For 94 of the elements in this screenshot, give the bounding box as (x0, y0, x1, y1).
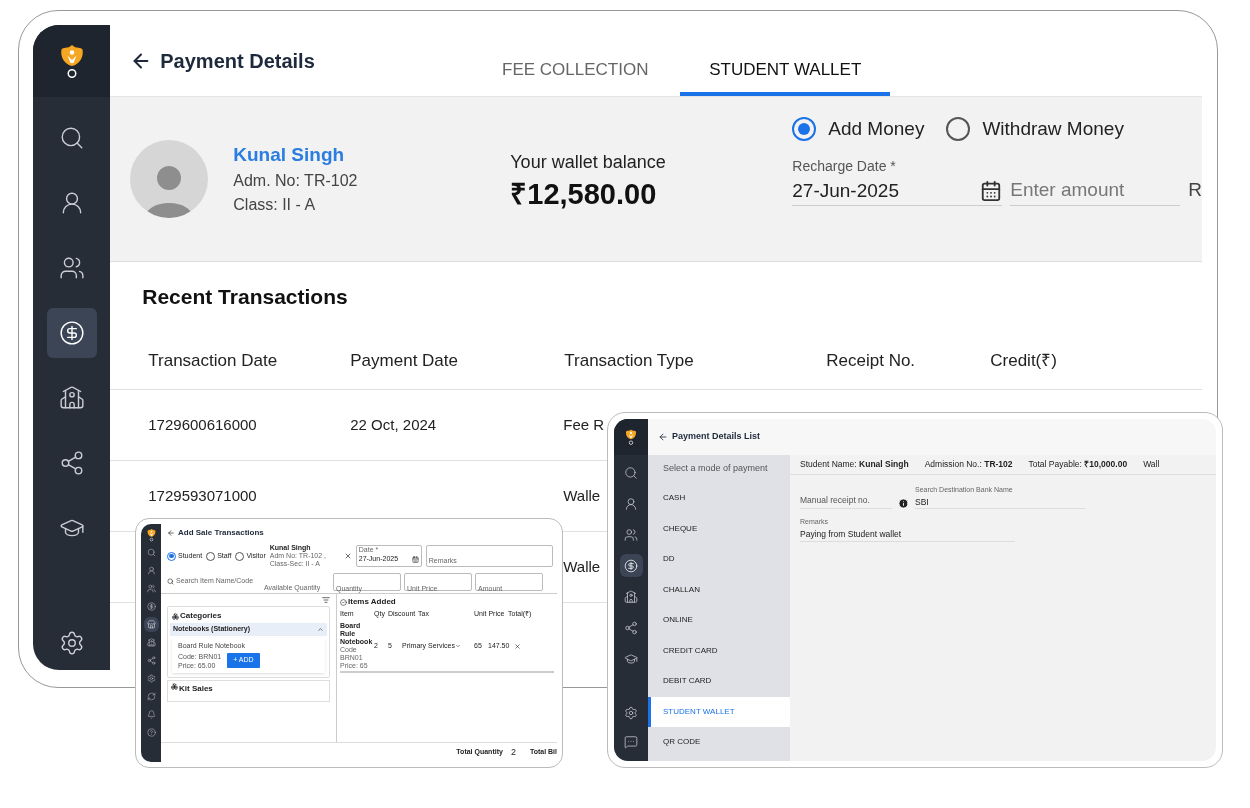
help-icon (146, 727, 156, 737)
column-header: Transaction Date (148, 350, 278, 370)
sidebar-item[interactable] (143, 616, 159, 632)
school-icon (624, 589, 638, 604)
payment-mode-item[interactable]: CASH (648, 483, 790, 514)
dollar-icon (58, 320, 85, 346)
search-icon (167, 578, 174, 585)
table-cell: Fee R (563, 415, 605, 433)
sidebar-item[interactable] (619, 554, 643, 577)
admission-number: Adm. No: TR-102 (233, 171, 358, 192)
info-text: Total Payable: ₹10,000.00 (1028, 458, 1128, 471)
student-icon (624, 496, 638, 511)
tab[interactable]: FEE COLLECTION (470, 48, 681, 96)
column-header: Receipt No. (826, 350, 916, 370)
school-icon (58, 385, 85, 411)
radio-button[interactable] (946, 117, 971, 142)
amount-field[interactable]: Enter amount (1010, 155, 1181, 206)
network-icon (624, 620, 638, 635)
radio-label[interactable]: Add Money (828, 115, 925, 144)
dollar-icon (624, 558, 638, 573)
field-label: Recharge Date * (792, 156, 897, 176)
school-icon (146, 637, 156, 647)
window-title: Payment Details List (672, 430, 761, 444)
settings-icon (146, 673, 156, 683)
total-quantity: 2 (510, 745, 516, 759)
window-title: Add Sale Transactions (178, 527, 264, 539)
student-name[interactable]: Kunal Singh (233, 140, 358, 170)
users-icon (146, 583, 156, 593)
column-header: Payment Date (350, 350, 458, 370)
radio-label[interactable]: Withdraw Money (982, 115, 1124, 144)
student-icon (146, 565, 156, 575)
payment-mode-item[interactable]: STUDENT WALLET (648, 696, 790, 727)
column-header: Transaction Type (564, 350, 694, 370)
caret-icon (454, 643, 461, 649)
info-icon[interactable] (898, 498, 909, 510)
table-cell: Walle (563, 486, 601, 504)
remove-icon[interactable] (514, 642, 521, 650)
radio-button[interactable] (167, 551, 176, 561)
logo-icon (624, 428, 638, 446)
payment-mode-item[interactable]: QR CODE (648, 727, 790, 758)
logo-icon (145, 528, 157, 542)
graduation-cap-icon (624, 651, 638, 666)
payment-mode-item[interactable]: ONLINE (648, 605, 790, 636)
network-icon (146, 655, 156, 665)
search-icon (146, 547, 156, 557)
recharge-date-field[interactable]: Recharge Date * 27-Jun-2025 (792, 155, 1003, 206)
wallet-balance: ₹12,580.00 (510, 177, 658, 212)
payment-mode-item[interactable]: DEBIT CARD (648, 666, 790, 697)
close-icon[interactable] (343, 552, 352, 560)
info-text: Admission No.: TR-102 (924, 458, 1013, 471)
wallet-balance-label: Your wallet balance (510, 151, 667, 174)
boxes-icon (172, 612, 179, 620)
chevron-up-icon (317, 626, 324, 633)
class-label: Class: II - A (233, 195, 317, 216)
section-title: Recent Transactions (142, 284, 348, 311)
date-value: 27-Jun-2025 (792, 178, 899, 203)
field-value: Paying from Student wallet (800, 527, 903, 541)
column-header: Credit(₹) (990, 350, 1057, 370)
table-cell: Walle (563, 557, 601, 575)
section-title: Items Added (348, 596, 396, 608)
info-text: Wall (1143, 458, 1160, 471)
receipt-field[interactable]: Manual receipt no. (800, 491, 892, 510)
info-text: Student Name: Kunal Singh (800, 458, 909, 471)
radio-button[interactable] (792, 117, 817, 142)
payment-mode-item[interactable]: CREDIT CARD (648, 635, 790, 666)
calendar-icon[interactable] (980, 179, 1003, 202)
card-title: Kit Sales (179, 682, 213, 695)
table-cell: 1729600616000 (148, 415, 257, 433)
table-cell: 1729593071000 (148, 486, 257, 504)
check-circle-icon (340, 598, 347, 606)
bell-icon (146, 709, 156, 719)
search-icon (624, 465, 638, 480)
back-arrow-icon[interactable] (658, 432, 668, 442)
filter-icon[interactable] (322, 596, 330, 604)
calendar-icon[interactable] (411, 555, 419, 563)
users-icon (624, 527, 638, 542)
boxes-icon (171, 682, 178, 690)
users-icon (58, 255, 85, 281)
field-label: R (1188, 177, 1202, 202)
settings-icon (624, 705, 638, 720)
table-cell: 22 Oct, 2024 (350, 415, 437, 433)
payment-mode-item[interactable]: CHALLAN (648, 574, 790, 605)
settings-icon (58, 630, 85, 656)
store-icon (146, 619, 156, 629)
modes-label: Select a mode of payment (663, 462, 768, 476)
page-title: Payment Details (160, 48, 315, 74)
payment-mode-item[interactable]: CHEQUE (648, 513, 790, 544)
sidebar-item[interactable] (46, 308, 97, 358)
field-value: SBI (915, 495, 930, 509)
chat-icon (624, 734, 638, 749)
refresh-icon (146, 691, 156, 701)
dollar-icon (146, 601, 156, 611)
card-title: Categories (180, 610, 222, 622)
payment-mode-item[interactable]: DD (648, 544, 790, 575)
